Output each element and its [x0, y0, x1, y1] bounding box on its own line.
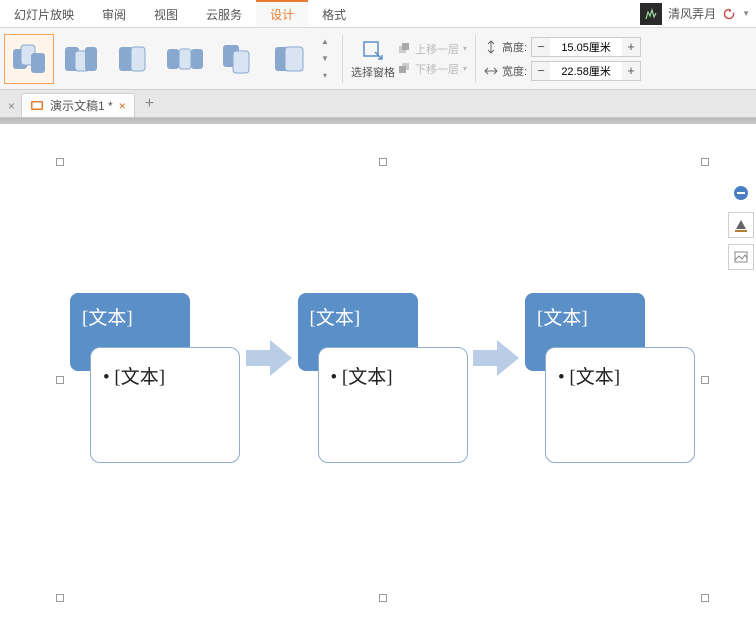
menutab-review[interactable]: 审阅 — [88, 0, 140, 27]
arrow-icon — [473, 340, 519, 376]
width-label: 宽度: — [502, 63, 527, 79]
bring-forward-icon — [397, 42, 411, 56]
height-icon — [484, 40, 498, 54]
resize-handle-ml[interactable] — [56, 376, 64, 384]
send-backward-button[interactable]: 下移一层 ▾ — [397, 61, 467, 77]
ribbon-separator — [475, 35, 476, 83]
layout-option-6[interactable] — [264, 34, 314, 84]
send-backward-icon — [397, 62, 411, 76]
layout-option-1[interactable] — [4, 34, 54, 84]
smartart-graphic[interactable]: [文本] [文本] [文本] [文本] [文本] [文本] — [70, 288, 695, 468]
width-icon — [484, 64, 498, 78]
resize-handle-tm[interactable] — [379, 158, 387, 166]
avatar[interactable] — [640, 3, 662, 25]
picture-icon — [733, 249, 749, 265]
node-body[interactable]: [文本] — [90, 347, 240, 463]
minus-circle-icon — [733, 185, 749, 201]
user-area: 清风弄月 ▼ — [640, 0, 756, 27]
document-tab-close[interactable]: × — [119, 99, 126, 113]
gallery-scroll-down-icon[interactable]: ▼ — [316, 50, 334, 67]
height-spinner[interactable]: − + — [531, 37, 641, 57]
menutab-slideshow[interactable]: 幻灯片放映 — [0, 0, 88, 27]
menutab-design[interactable]: 设计 — [256, 0, 308, 27]
resize-handle-mr[interactable] — [701, 376, 709, 384]
menutab-view[interactable]: 视图 — [140, 0, 192, 27]
width-decrement[interactable]: − — [532, 62, 550, 80]
bring-forward-button[interactable]: 上移一层 ▾ — [397, 41, 467, 57]
presentation-icon — [30, 99, 44, 113]
menutab-cloud[interactable]: 云服务 — [192, 0, 256, 27]
selection-pane-label: 选择窗格 — [351, 64, 395, 80]
menu-bar: 幻灯片放映 审阅 视图 云服务 设计 格式 清风弄月 ▼ — [0, 0, 756, 28]
layout-gallery: ▲ ▼ ▾ — [4, 34, 334, 84]
height-label: 高度: — [502, 39, 527, 55]
side-toolbar — [728, 180, 754, 270]
node-body[interactable]: [文本] — [318, 347, 468, 463]
resize-handle-tl[interactable] — [56, 158, 64, 166]
node-body[interactable]: [文本] — [545, 347, 695, 463]
picture-tool-button[interactable] — [728, 244, 754, 270]
smartart-node[interactable]: [文本] [文本] — [70, 293, 240, 463]
resize-handle-bm[interactable] — [379, 594, 387, 602]
sync-icon[interactable] — [722, 7, 736, 21]
fill-tool-button[interactable] — [728, 212, 754, 238]
arrow-icon — [246, 340, 292, 376]
size-group: 高度: − + 宽度: − + — [484, 37, 641, 81]
resize-handle-bl[interactable] — [56, 594, 64, 602]
fill-icon — [733, 217, 749, 233]
ribbon-separator — [342, 35, 343, 83]
height-input[interactable] — [550, 38, 622, 56]
arrange-stack: 上移一层 ▾ 下移一层 ▾ — [397, 41, 467, 77]
dropdown-icon[interactable]: ▼ — [742, 9, 750, 18]
document-tab-title: 演示文稿1 * — [50, 97, 113, 114]
smartart-selection[interactable]: [文本] [文本] [文本] [文本] [文本] [文本] — [60, 162, 705, 598]
gallery-expand-icon[interactable]: ▾ — [316, 67, 334, 84]
resize-handle-tr[interactable] — [701, 158, 709, 166]
selection-pane-icon — [361, 38, 385, 62]
canvas-area[interactable]: [文本] [文本] [文本] [文本] [文本] [文本] — [0, 118, 756, 634]
height-increment[interactable]: + — [622, 38, 640, 56]
smartart-node[interactable]: [文本] [文本] — [525, 293, 695, 463]
height-decrement[interactable]: − — [532, 38, 550, 56]
gallery-more[interactable]: ▲ ▼ ▾ — [316, 34, 334, 84]
layout-option-3[interactable] — [108, 34, 158, 84]
width-increment[interactable]: + — [622, 62, 640, 80]
resize-handle-br[interactable] — [701, 594, 709, 602]
add-tab-button[interactable]: + — [137, 95, 162, 117]
selection-pane-button[interactable]: 选择窗格 — [351, 38, 395, 80]
document-tabbar: × 演示文稿1 * × + — [0, 90, 756, 118]
collapse-button[interactable] — [728, 180, 754, 206]
menutab-format[interactable]: 格式 — [308, 0, 360, 27]
ribbon: ▲ ▼ ▾ 选择窗格 上移一层 ▾ 下移一层 ▾ 高度: − + — [0, 28, 756, 90]
gallery-scroll-up-icon[interactable]: ▲ — [316, 34, 334, 51]
username: 清风弄月 — [668, 5, 716, 22]
send-backward-label: 下移一层 — [415, 61, 459, 77]
width-input[interactable] — [550, 62, 622, 80]
width-spinner[interactable]: − + — [531, 61, 641, 81]
smartart-node[interactable]: [文本] [文本] — [298, 293, 468, 463]
tab-close-left[interactable]: × — [4, 99, 19, 117]
layout-option-5[interactable] — [212, 34, 262, 84]
document-tab[interactable]: 演示文稿1 * × — [21, 93, 135, 117]
layout-option-2[interactable] — [56, 34, 106, 84]
bring-forward-label: 上移一层 — [415, 41, 459, 57]
layout-option-4[interactable] — [160, 34, 210, 84]
